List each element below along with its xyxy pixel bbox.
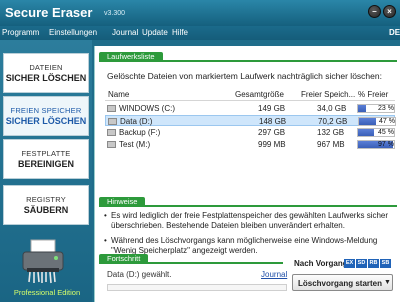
progress-section-header: Fortschritt [99, 254, 283, 264]
drive-icon [107, 105, 116, 112]
menu-bar: Programm Einstellungen Journal Update Hi… [0, 26, 400, 40]
nav-label-top: FESTPLATTE [21, 149, 71, 158]
percent-bar: 47 % [358, 117, 396, 126]
nav-label-main: BEREINIGEN [17, 159, 74, 169]
hints-section-header: Hinweise [99, 197, 397, 207]
drive-total: 297 GB [258, 128, 286, 137]
table-row[interactable]: WINDOWS (C:) 149 GB 34,0 GB 23 % [105, 103, 395, 114]
language-menu[interactable]: DE [389, 28, 400, 37]
percent-bar: 45 % [357, 128, 395, 137]
table-row[interactable]: Data (D:) 148 GB 70,2 GB 47 % [105, 115, 396, 126]
nav-label-top: REGISTRY [26, 195, 66, 204]
percent-bar: 97 % [357, 140, 395, 149]
drive-total: 149 GB [258, 104, 286, 113]
drive-free: 132 GB [317, 128, 345, 137]
progress-bar [107, 284, 287, 291]
column-name[interactable]: Name [108, 90, 129, 99]
percent-bar: 23 % [357, 104, 395, 113]
shredder-logo-icon [22, 239, 64, 284]
hint-text: Während des Löschvorgangs kann möglicher… [111, 236, 378, 255]
nav-disk-cleanup[interactable]: FESTPLATTE BEREINIGEN [3, 139, 89, 179]
progress-status: Data (D:) gewählt. [107, 270, 172, 279]
table-row[interactable]: Test (M:) 999 MB 967 MB 97 % [105, 139, 395, 150]
after-option-sb[interactable]: SB [380, 259, 391, 268]
menu-journal[interactable]: Journal [112, 28, 138, 37]
drive-total: 148 GB [259, 117, 287, 126]
drive-free: 967 MB [317, 140, 345, 149]
nav-label-main: SICHER LÖSCHEN [5, 116, 87, 126]
title-bar: Secure Eraser v3.300 – × [0, 0, 400, 26]
bullet-icon: • [104, 211, 107, 220]
drive-name: Data (D:) [120, 117, 153, 126]
drive-icon [107, 141, 116, 148]
start-erase-button[interactable]: Löschvorgang starten ▼ [292, 274, 393, 291]
nav-registry-clean[interactable]: REGISTRY SÄUBERN [3, 185, 89, 225]
app-version: v3.300 [104, 10, 126, 17]
start-erase-label: Löschvorgang starten [298, 279, 383, 288]
progress-section-title: Fortschritt [99, 254, 149, 264]
drive-name: Backup (F:) [119, 128, 161, 137]
drive-free: 70,2 GB [318, 117, 348, 126]
app-title: Secure Eraser [5, 5, 93, 20]
menu-einstellungen[interactable]: Einstellungen [49, 28, 97, 37]
percent-label: 97 % [378, 141, 394, 148]
nav-label-top: FREIEN SPEICHER [10, 106, 82, 115]
after-action-label: Nach Vorgang: [294, 259, 351, 268]
edition-label: Professional Edition [13, 288, 81, 297]
hint-text: Es wird lediglich der freie Festplattens… [111, 211, 389, 230]
nav-label-main: SICHER LÖSCHEN [5, 73, 87, 83]
minimize-icon: – [372, 7, 377, 16]
nav-free-space-erase[interactable]: FREIEN SPEICHER SICHER LÖSCHEN [3, 96, 89, 136]
drives-section-header: Laufwerksliste [99, 52, 397, 62]
minimize-button[interactable]: – [368, 5, 381, 18]
close-button[interactable]: × [383, 5, 396, 18]
percent-label: 23 % [378, 105, 394, 112]
nav-label-top: DATEIEN [29, 63, 63, 72]
column-percent-free[interactable]: % Freier [358, 90, 388, 99]
drive-name: WINDOWS (C:) [119, 104, 175, 113]
nav-files-erase[interactable]: DATEIEN SICHER LÖSCHEN [3, 53, 89, 93]
drive-icon [108, 118, 117, 125]
nav-label-main: SÄUBERN [23, 205, 69, 215]
table-row[interactable]: Backup (F:) 297 GB 132 GB 45 % [105, 127, 395, 138]
table-header: Name Gesamtgröße Freier Speich... % Frei… [105, 87, 395, 101]
menu-hilfe[interactable]: Hilfe [172, 28, 188, 37]
column-total[interactable]: Gesamtgröße [235, 90, 284, 99]
percent-label: 47 % [379, 118, 395, 125]
dropdown-arrow-icon: ▼ [384, 279, 391, 286]
main-panel: Laufwerksliste Gelöschte Dateien von mar… [94, 46, 400, 302]
hints-section-title: Hinweise [99, 197, 146, 207]
after-option-rb[interactable]: RB [368, 259, 379, 268]
close-icon: × [387, 7, 392, 16]
drive-free: 34,0 GB [317, 104, 347, 113]
drive-total: 999 MB [258, 140, 286, 149]
after-option-sd[interactable]: SD [356, 259, 367, 268]
drive-icon [107, 129, 116, 136]
menu-update[interactable]: Update [142, 28, 168, 37]
column-free[interactable]: Freier Speich... [301, 90, 355, 99]
bullet-icon: • [104, 236, 107, 245]
percent-label: 45 % [378, 129, 394, 136]
drive-name: Test (M:) [119, 140, 151, 149]
after-option-ex[interactable]: EX [344, 259, 355, 268]
menu-programm[interactable]: Programm [2, 28, 39, 37]
journal-link[interactable]: Journal [261, 270, 287, 279]
drives-section-title: Laufwerksliste [99, 52, 163, 62]
drives-heading: Gelöschte Dateien von markiertem Laufwer… [107, 71, 382, 81]
